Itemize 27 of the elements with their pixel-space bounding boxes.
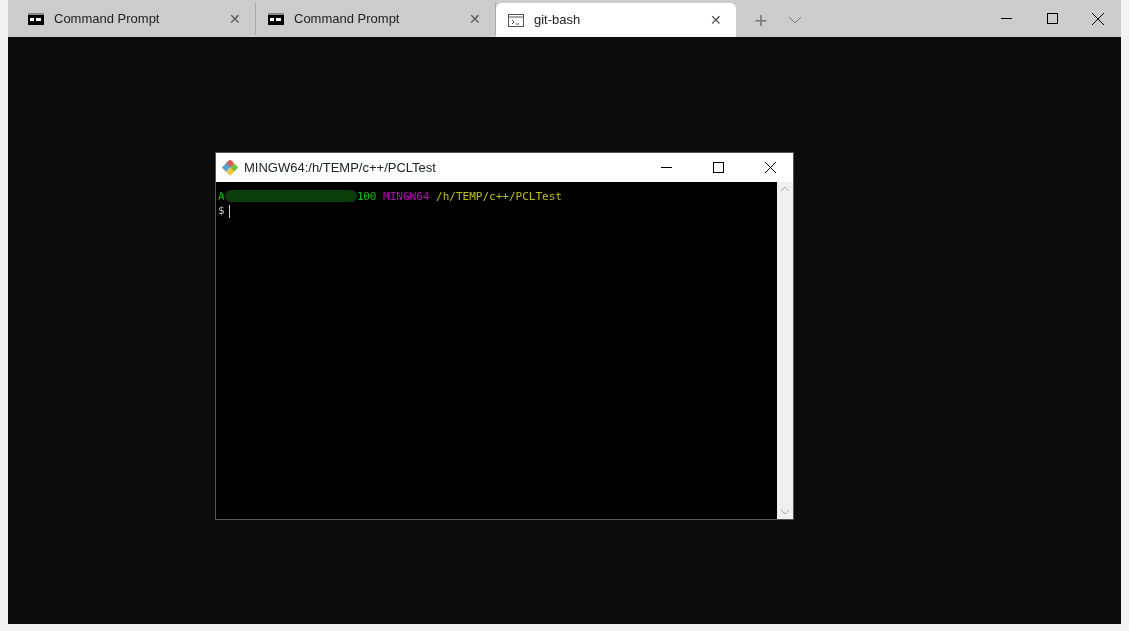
prompt-sign: $ xyxy=(218,204,225,217)
diamond-logo-icon xyxy=(222,159,238,176)
tab-title: Command Prompt xyxy=(54,10,161,29)
prompt-text: A xyxy=(218,190,225,204)
close-tab-button[interactable]: ✕ xyxy=(465,12,485,26)
close-tab-button[interactable]: ✕ xyxy=(225,12,245,26)
tab-title: Command Prompt xyxy=(294,10,401,29)
scroll-up-icon[interactable] xyxy=(781,186,789,191)
console-icon xyxy=(508,13,524,27)
chevron-down-icon xyxy=(789,16,801,24)
prompt-text: 100 xyxy=(356,190,377,204)
prompt-text: /h/TEMP/c++/PCLTest xyxy=(436,190,562,204)
scroll-down-icon[interactable] xyxy=(781,510,789,515)
close-tab-button[interactable]: ✕ xyxy=(706,13,726,27)
tab[interactable]: git-bash ✕ xyxy=(496,3,736,37)
close-icon xyxy=(764,162,776,173)
prompt-text: MINGW64 xyxy=(383,190,430,204)
maximize-icon xyxy=(1046,13,1058,24)
tab-title: git-bash xyxy=(534,11,582,30)
close-icon xyxy=(1092,12,1104,25)
window-title: MINGW64:/h/TEMP/c++/PCLTest xyxy=(244,158,437,177)
scrollbar[interactable] xyxy=(777,182,793,519)
maximize-icon xyxy=(712,162,724,173)
tab[interactable]: Command Prompt ✕ xyxy=(16,3,256,35)
console-icon xyxy=(28,13,44,25)
text-cursor xyxy=(228,204,230,218)
console-icon xyxy=(268,13,284,25)
